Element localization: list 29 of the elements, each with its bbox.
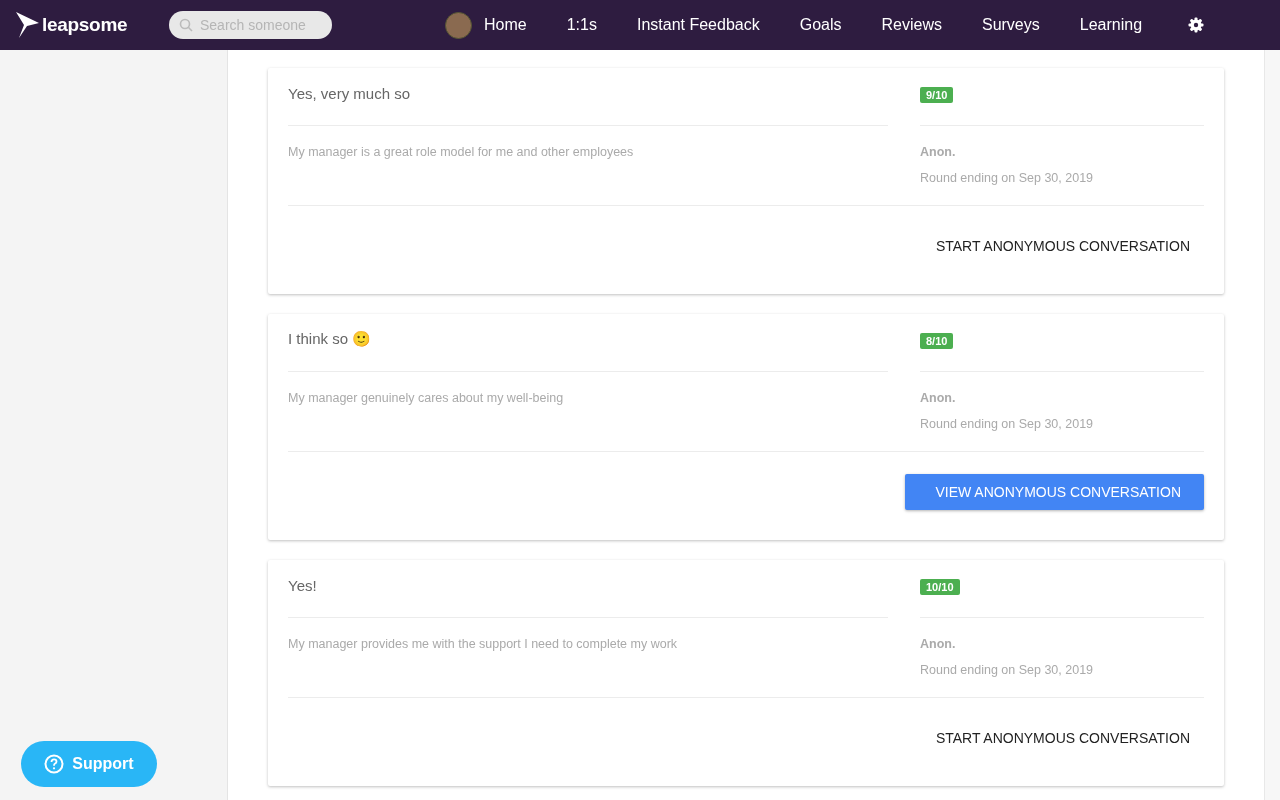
conversation-button[interactable]: VIEW ANONYMOUS CONVERSATION (905, 474, 1204, 510)
round-date-text: Round ending on Sep 30, 2019 (920, 417, 1095, 431)
answer-text: Yes! (288, 576, 317, 594)
nav-link[interactable]: Goals (799, 16, 842, 34)
conversation-button[interactable]: START ANONYMOUS CONVERSATION (921, 228, 1204, 264)
nav-link[interactable]: Instant Feedback (636, 16, 760, 34)
question-text: My manager genuinely cares about my well-being (288, 391, 565, 405)
author-label: Anon. (920, 391, 957, 405)
score-badge: 10/10 (920, 578, 960, 595)
bird-logo-icon (15, 11, 41, 39)
conversation-button[interactable]: START ANONYMOUS CONVERSATION (921, 720, 1204, 756)
round-date-text: Round ending on Sep 30, 2019 (920, 663, 1095, 677)
settings-icon[interactable] (1188, 17, 1205, 33)
answer-text: Yes, very much so (288, 84, 410, 102)
avatar-icon (445, 11, 472, 39)
nav-link[interactable]: Surveys (981, 16, 1040, 34)
round-date-text: Round ending on Sep 30, 2019 (920, 171, 1095, 185)
nav-link[interactable]: Learning (1079, 16, 1143, 34)
answer-text: I think so 🙂 (288, 330, 372, 348)
nav-link[interactable]: 1:1s (566, 16, 597, 34)
help-icon (44, 754, 65, 774)
logo-text[interactable]: leapsome (42, 14, 128, 36)
nav-link[interactable]: Reviews (881, 16, 942, 34)
nav-link[interactable]: Home (445, 11, 527, 39)
score-badge: 8/10 (920, 332, 954, 349)
author-label: Anon. (920, 637, 957, 651)
question-text: My manager is a great role model for me and other employees (288, 145, 635, 159)
score-badge: 9/10 (920, 86, 954, 103)
author-label: Anon. (920, 145, 957, 159)
